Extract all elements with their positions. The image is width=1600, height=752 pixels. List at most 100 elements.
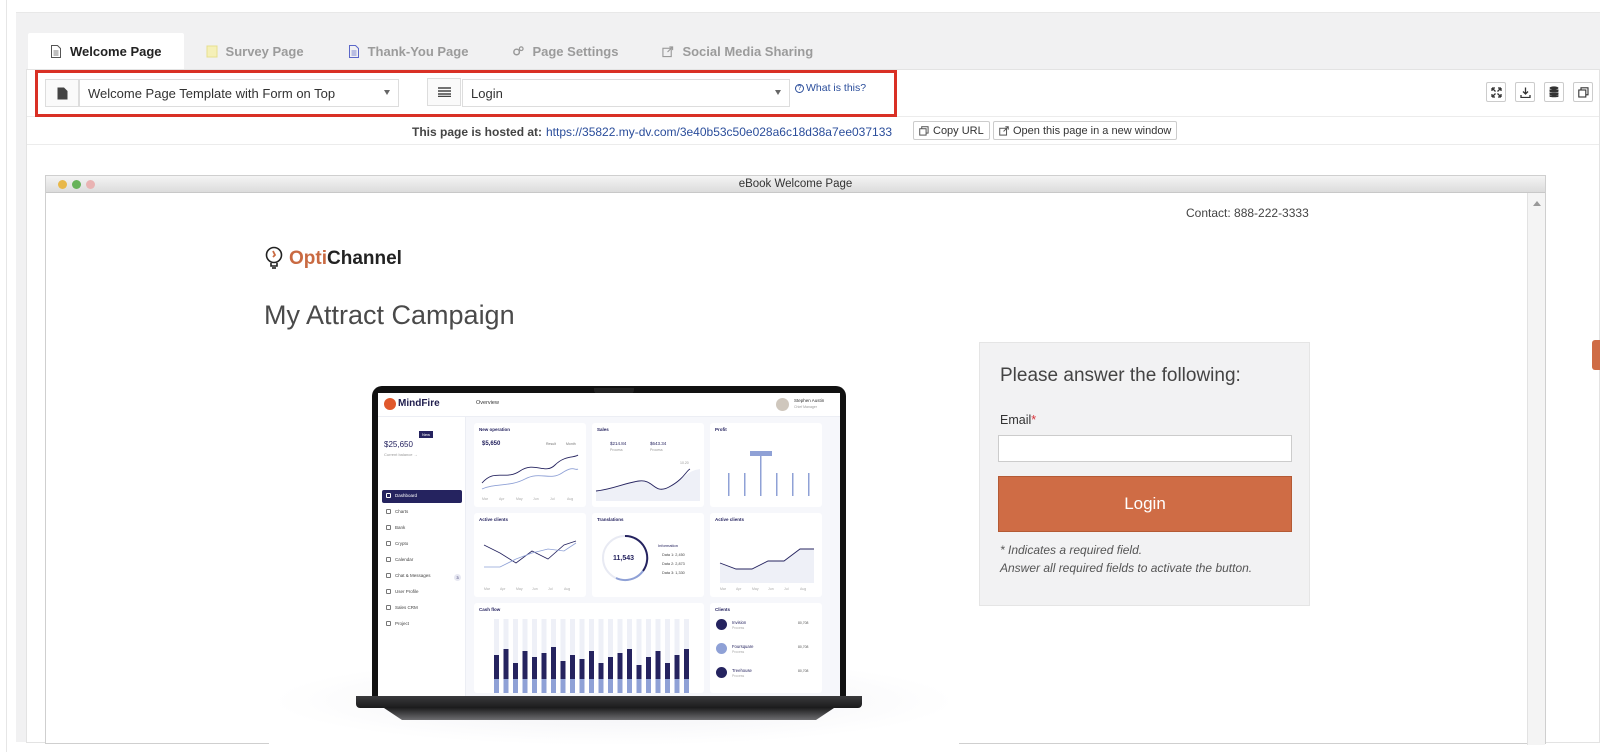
required-asterisk: * [1031, 413, 1037, 427]
scroll-up-icon[interactable] [1533, 201, 1541, 206]
cash-flow-bar-lower [541, 679, 547, 693]
mindfire-logo-icon [384, 398, 396, 410]
nav-item-label: Calendar [395, 557, 414, 562]
cash-flow-bar-lower [532, 679, 537, 693]
new-operation-chart [481, 454, 579, 490]
cash-flow-bar [646, 657, 651, 679]
axis-tick-label: May [516, 497, 523, 501]
client-logo-icon [716, 643, 727, 654]
balance-label: Current balance → [384, 452, 418, 457]
axis-tick-label: Apr [500, 587, 506, 591]
copy-page-button[interactable] [1573, 82, 1593, 102]
profit-bar [744, 473, 746, 496]
active-clients-chart [483, 540, 577, 568]
new-badge: New [419, 431, 434, 438]
dashboard-header: MindFire Overview Stephen Austin Chief M… [378, 393, 840, 417]
hosted-url-link[interactable]: https://35822.my-dv.com/3e40b53c50e028a6… [546, 125, 892, 139]
cash-flow-bar [579, 659, 585, 679]
card-title: Profit [715, 427, 727, 432]
dashboard-sidebar: New $25,650 Current balance → Dashboard C… [378, 417, 466, 696]
dashboard-nav-item: Charts [386, 509, 408, 514]
dashboard-nav-item: Bank [386, 525, 405, 530]
info-item: Data 2: 2,873 [662, 562, 685, 566]
client-sub: Process [732, 674, 745, 678]
cash-flow-bar-lower [617, 679, 623, 693]
campaign-title: My Attract Campaign [264, 300, 515, 330]
translations-value: 11,543 [613, 555, 635, 562]
cash-flow-bar-lower [560, 679, 566, 693]
share-icon [662, 45, 674, 57]
download-icon [1519, 87, 1531, 98]
cash-flow-bar-lower [522, 679, 528, 693]
laptop-image: MindFire Overview Stephen Austin Chief M… [269, 386, 959, 746]
client-value: 80,708 [798, 669, 809, 673]
tab-page-settings[interactable]: Page Settings [490, 33, 640, 69]
dashboard-nav-item: Project [386, 621, 409, 626]
profit-tag: 4.800 [754, 445, 763, 449]
cash-flow-bar [598, 663, 604, 679]
dashboard-brand: MindFire [398, 398, 440, 409]
side-feedback-tab[interactable] [1592, 340, 1600, 370]
fullscreen-button[interactable] [1486, 82, 1506, 102]
area [720, 549, 814, 583]
tab-thank-you-page[interactable]: Thank-You Page [326, 33, 491, 69]
client-name: Invision [732, 620, 747, 625]
profit-bar [776, 473, 778, 496]
logo-opti: Opti [289, 248, 327, 269]
cash-flow-bar-lower [494, 679, 499, 693]
tab-label: Survey Page [225, 43, 304, 59]
laptop-base [356, 696, 862, 708]
client-sub: Process [732, 650, 745, 654]
new-operation-card: New operation $5,650 Result Month Mar Apr May J… [474, 423, 586, 507]
tab-welcome-page[interactable]: Welcome Page [28, 33, 184, 69]
login-button[interactable]: Login [998, 476, 1292, 532]
required-note: * Indicates a required field. [1000, 543, 1143, 557]
card-title: Active clients [479, 517, 509, 522]
dashboard-user-name: Stephen Austin [794, 398, 825, 403]
client-value: 80,708 [798, 645, 809, 649]
cash-flow-bar-lower [684, 679, 689, 693]
nav-item-icon [386, 509, 391, 514]
download-button[interactable] [1515, 82, 1535, 102]
cash-flow-bar [551, 647, 556, 679]
series-line [481, 454, 579, 484]
nav-item-label: Project [395, 621, 410, 626]
info-item: Data 1: 2,450 [662, 553, 685, 557]
copy-url-button[interactable]: Copy URL [913, 121, 990, 140]
sales-value-1: $214.84 [610, 441, 627, 446]
opti-channel-logo: Opti Channel [264, 246, 402, 272]
sales-chart [595, 468, 700, 501]
cash-flow-bar-lower [503, 679, 509, 693]
tab-social-media-sharing[interactable]: Social Media Sharing [640, 33, 835, 69]
client-value: 80,708 [798, 621, 809, 625]
external-link-icon [999, 125, 1009, 136]
info-item: Data 3: 1,330 [662, 571, 685, 575]
tab-label: Page Settings [532, 43, 619, 59]
editor-panel: Welcome Page Template with Form on Top L… [26, 69, 1600, 746]
nav-item-label: Crypto [395, 541, 409, 546]
email-input[interactable] [998, 435, 1292, 462]
cash-flow-bar [627, 649, 632, 679]
sales-sub-2: Process [650, 448, 663, 452]
translations-card: Translations 11,543 Information Data 1: 2,4… [592, 513, 704, 597]
cash-flow-bar [541, 653, 547, 679]
preview-scrollbar[interactable] [1527, 193, 1545, 745]
cash-flow-bar [503, 649, 509, 679]
left-divider [6, 0, 7, 752]
laptop-keyboard [384, 708, 834, 720]
database-button[interactable] [1544, 82, 1564, 102]
card-title: Cash flow [479, 607, 501, 612]
cash-flow-bar [665, 663, 670, 679]
axis-tick-label: Aug [564, 587, 571, 591]
clients-card: Clients Invision Process 80,708 Foursquare Pr… [710, 603, 822, 693]
tab-survey-page[interactable]: Survey Page [184, 33, 326, 69]
open-new-window-button[interactable]: Open this page in a new window [993, 121, 1178, 140]
active-clients-card: Active clients Mar Apr May Jun Jul Aug [474, 513, 586, 597]
cash-flow-bar [532, 657, 537, 679]
cash-flow-bar-lower [589, 679, 594, 693]
sales-card: Sales $214.84 $643.34 Process Process 10.20 [592, 423, 704, 507]
copy-icon [1577, 86, 1589, 98]
profit-tag-bg [750, 451, 772, 456]
cash-flow-bar-lower [570, 679, 575, 693]
dashboard-nav-item: User Profile [386, 589, 419, 594]
